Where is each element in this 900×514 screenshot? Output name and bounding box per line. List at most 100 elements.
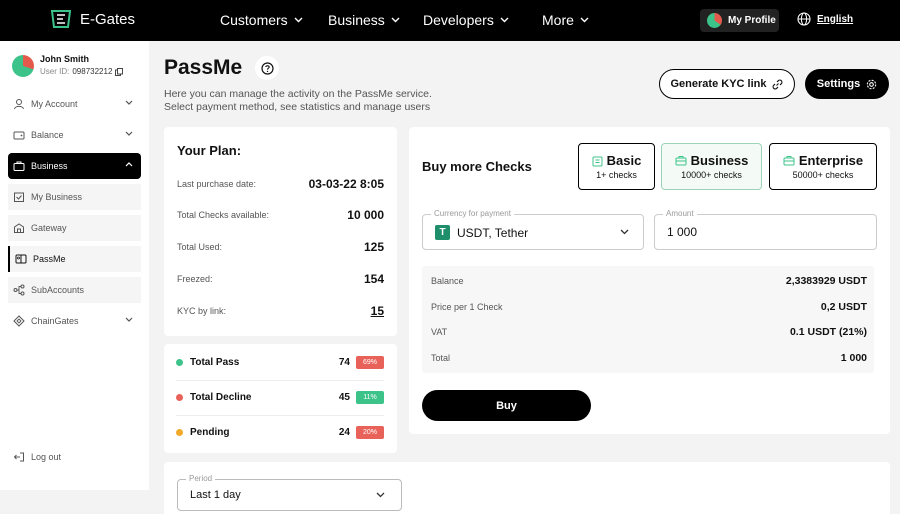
- plan-row-label: Freezed:: [177, 274, 213, 284]
- logo[interactable]: E-Gates: [50, 9, 135, 29]
- plan-option-name: Basic: [606, 153, 642, 168]
- currency-select[interactable]: Currency for payment T USDT, Tether: [422, 209, 644, 250]
- nav-more-label: More: [542, 12, 574, 28]
- sidebar-item-subaccounts[interactable]: SubAccounts: [8, 277, 141, 303]
- nav-customers[interactable]: Customers: [220, 12, 303, 28]
- payment-summary: Balance 2,3383929 USDT Price per 1 Check…: [422, 266, 874, 373]
- buy-checks-card: Buy more Checks Basic 1+ checks Business…: [409, 127, 890, 434]
- chevron-down-icon: [376, 492, 385, 498]
- user-id-label: User ID:: [40, 67, 70, 76]
- wallet-icon: [13, 129, 25, 141]
- plan-row-value: 10 000: [347, 208, 384, 222]
- summary-value: 0.1 USDT (21%): [789, 326, 867, 338]
- sidebar-item-passme[interactable]: PassMe: [8, 246, 141, 272]
- buy-title: Buy more Checks: [422, 159, 532, 174]
- gateway-icon: [13, 222, 25, 234]
- divider: [176, 415, 384, 416]
- nav-more[interactable]: More: [542, 12, 589, 28]
- sidebar-item-balance[interactable]: Balance: [8, 122, 141, 148]
- passme-icon: [15, 253, 27, 265]
- amount-value: 1 000: [667, 225, 698, 239]
- status-dot: [176, 394, 183, 401]
- summary-label: Total: [431, 353, 451, 363]
- status-dot: [176, 429, 183, 436]
- status-badge: 20%: [356, 426, 384, 439]
- page-subtitle-line-1: Here you can manage the activity on the …: [164, 88, 432, 100]
- nav-business[interactable]: Business: [328, 12, 400, 28]
- status-badge: 11%: [356, 391, 384, 404]
- plan-row-value: 154: [363, 272, 384, 286]
- help-button[interactable]: [255, 56, 279, 80]
- summary-label: Balance: [431, 276, 464, 286]
- stat-count: 45: [338, 392, 350, 403]
- divider: [176, 380, 384, 381]
- logo-text: E-Gates: [80, 10, 136, 28]
- logout-button[interactable]: Log out: [13, 451, 61, 463]
- page-subtitle: Here you can manage the activity on the …: [164, 88, 432, 114]
- stat-label: Total Decline: [190, 392, 252, 403]
- subaccounts-icon: [13, 284, 25, 296]
- summary-value: 1 000: [840, 352, 867, 364]
- stat-row-total-decline: Total Decline 45 11%: [176, 391, 384, 404]
- plan-option-basic[interactable]: Basic 1+ checks: [578, 143, 655, 190]
- summary-value: 0,2 USDT: [820, 301, 867, 313]
- chevron-down-icon: [500, 17, 509, 23]
- chevron-down-icon: [620, 229, 629, 235]
- currency-value: USDT, Tether: [457, 225, 529, 240]
- globe-icon: [797, 12, 811, 26]
- stat-row-total-pass: Total Pass 74 69%: [176, 356, 384, 369]
- sidebar-item-chaingates[interactable]: ChainGates: [8, 308, 141, 334]
- stat-row-pending: Pending 24 20%: [176, 426, 384, 439]
- period-value: Last 1 day: [190, 489, 241, 501]
- sidebar-item-label: My Business: [31, 192, 83, 202]
- buy-button[interactable]: Buy: [422, 390, 591, 421]
- briefcase-icon: [13, 160, 25, 172]
- plan-option-checks: 10000+ checks: [681, 170, 742, 180]
- sidebar-item-gateway[interactable]: Gateway: [8, 215, 141, 241]
- sidebar-item-my-business[interactable]: My Business: [8, 184, 141, 210]
- sidebar-item-label: SubAccounts: [31, 285, 85, 295]
- currency-label: Currency for payment: [431, 209, 514, 218]
- user-id: User ID: 098732212: [40, 67, 124, 76]
- stat-label: Total Pass: [190, 357, 240, 368]
- my-profile-button[interactable]: My Profile: [700, 9, 779, 32]
- status-badge: 69%: [356, 356, 384, 369]
- stats-card: Total Pass 74 69% Total Decline 45 11% P…: [164, 344, 397, 453]
- nav-developers[interactable]: Developers: [423, 12, 509, 28]
- top-navigation-bar: E-Gates Customers Business Developers Mo…: [0, 0, 900, 41]
- sidebar-item-business[interactable]: Business: [8, 153, 141, 179]
- link-icon: [772, 79, 783, 90]
- stat-count: 74: [338, 357, 350, 368]
- sidebar-item-label: My Account: [31, 99, 78, 109]
- chevron-down-icon: [294, 17, 303, 23]
- plan-title: Your Plan:: [177, 143, 242, 158]
- plan-option-enterprise[interactable]: Enterprise 50000+ checks: [769, 143, 877, 190]
- page-title: PassMe: [164, 56, 243, 79]
- sidebar-item-my-account[interactable]: My Account: [8, 91, 141, 117]
- logout-label: Log out: [31, 452, 62, 462]
- amount-field[interactable]: Amount 1 000: [654, 209, 877, 250]
- stat-count: 24: [338, 427, 350, 438]
- plan-row-total-checks: Total Checks available: 10 000: [177, 208, 384, 222]
- plan-option-business[interactable]: Business 10000+ checks: [661, 143, 762, 190]
- sidebar-item-label: PassMe: [33, 254, 66, 264]
- chevron-down-icon: [125, 317, 133, 322]
- question-circle-icon: [260, 61, 274, 75]
- period-select[interactable]: Period Last 1 day: [177, 474, 402, 511]
- kyc-by-link-value[interactable]: 15: [371, 304, 384, 318]
- generate-kyc-link-button[interactable]: Generate KYC link: [659, 69, 795, 99]
- language-selector[interactable]: English: [797, 12, 853, 26]
- summary-row-total: Total 1 000: [431, 352, 867, 364]
- plan-row-label: Total Checks available:: [177, 210, 270, 220]
- copy-icon[interactable]: [115, 67, 124, 76]
- summary-row-balance: Balance 2,3383929 USDT: [431, 275, 867, 287]
- summary-row-price: Price per 1 Check 0,2 USDT: [431, 301, 867, 313]
- status-dot: [176, 359, 183, 366]
- chevron-down-icon: [391, 17, 400, 23]
- your-plan-card: Your Plan: Last purchase date: 03-03-22 …: [164, 127, 397, 336]
- settings-button[interactable]: Settings: [805, 69, 889, 99]
- plan-row-total-used: Total Used: 125: [177, 240, 384, 254]
- page-subtitle-line-2: Select payment method, see statistics an…: [164, 101, 431, 113]
- plan-row-label: Total Used:: [177, 242, 223, 252]
- user-name: John Smith: [40, 54, 89, 64]
